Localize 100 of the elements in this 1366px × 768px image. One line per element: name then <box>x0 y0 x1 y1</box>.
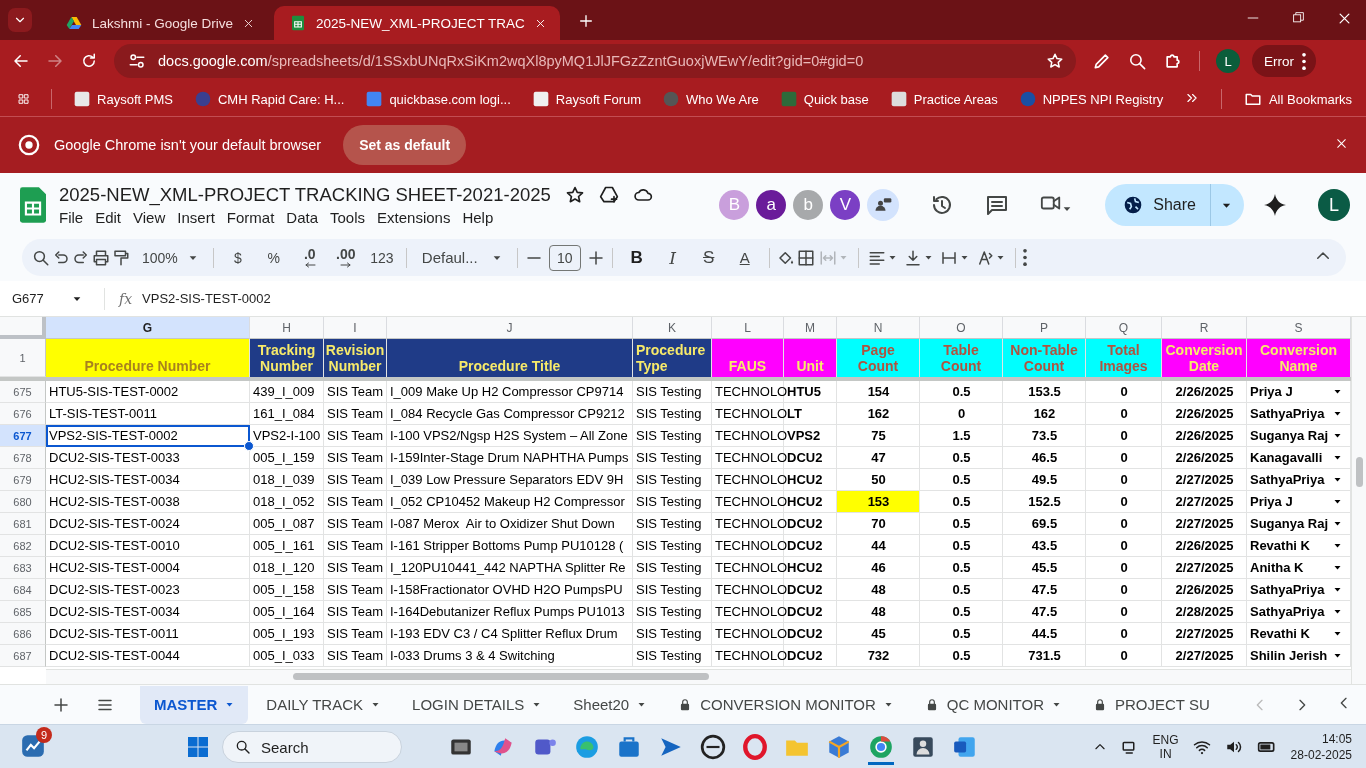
percent-button[interactable]: % <box>256 243 291 272</box>
column-header[interactable]: L <box>712 317 784 339</box>
print-icon[interactable] <box>92 248 110 267</box>
caret-icon[interactable] <box>924 253 934 262</box>
browser-tab[interactable]: Lakshmi - Google Drive <box>50 6 269 40</box>
column-header[interactable]: Q <box>1086 317 1162 339</box>
language-indicator[interactable]: ENG IN <box>1152 733 1179 761</box>
sparkle-icon[interactable] <box>1263 193 1287 217</box>
extensions-icon[interactable] <box>1163 51 1183 71</box>
collaborators-button[interactable] <box>867 189 900 221</box>
close-icon[interactable] <box>243 17 255 29</box>
column-header[interactable]: G <box>46 317 250 339</box>
format-button[interactable]: I <box>655 243 690 272</box>
bookmark-star-icon[interactable] <box>1046 52 1064 70</box>
menu-item[interactable]: View <box>127 209 172 226</box>
caret-icon[interactable] <box>960 253 970 262</box>
sheet-tab[interactable]: CONVERSION MONITOR <box>664 685 907 724</box>
currency-button[interactable]: $ <box>220 243 255 272</box>
decrease-decimal-button[interactable]: .0 <box>292 243 327 272</box>
document-icon[interactable] <box>952 734 978 760</box>
paint-format-icon[interactable] <box>112 248 130 267</box>
column-header[interactable]: O <box>920 317 1003 339</box>
row-number[interactable]: 675 <box>0 381 46 403</box>
menu-item[interactable]: Extensions <box>371 209 457 226</box>
browser-tab[interactable]: 2025-NEW_XML-PROJECT TRAC <box>274 6 560 40</box>
collaborator-avatar[interactable]: a <box>756 190 787 220</box>
search-field[interactable]: Search <box>222 731 402 763</box>
bookmark[interactable]: quickbase.com logi... <box>366 91 511 107</box>
more-formats-button[interactable]: 123 <box>364 243 399 272</box>
bookmark[interactable]: Raysoft PMS <box>74 91 173 107</box>
menu-item[interactable]: Edit <box>89 209 128 226</box>
font-size-field[interactable]: 10 <box>548 244 581 271</box>
widgets-icon[interactable] <box>20 733 46 759</box>
collaborator-avatar[interactable]: V <box>830 190 861 220</box>
caret-icon[interactable] <box>888 253 898 262</box>
vertical-align-icon[interactable] <box>904 248 923 267</box>
row-number[interactable]: 677 <box>0 425 46 447</box>
sheet-tab[interactable]: LOGIN DETAILS <box>398 685 556 724</box>
column-header[interactable]: I <box>324 317 387 339</box>
rotate-icon[interactable] <box>976 248 995 267</box>
menu-item[interactable]: Tools <box>324 209 372 226</box>
wifi-icon[interactable] <box>1192 738 1211 756</box>
row-number[interactable]: 686 <box>0 623 46 645</box>
format-button[interactable]: A <box>727 243 762 272</box>
add-sheet-icon[interactable] <box>52 695 70 714</box>
bookmark[interactable]: Quick base <box>780 91 869 107</box>
reload-icon[interactable] <box>80 52 98 70</box>
menu-item[interactable]: Help <box>456 209 500 226</box>
spreadsheet-logo-icon[interactable] <box>20 187 46 223</box>
row-number[interactable]: 681 <box>0 513 46 535</box>
row-number[interactable]: 680 <box>0 491 46 513</box>
document-title[interactable]: 2025-NEW_XML-PROJECT TRACKING SHEET-2021-2025 <box>59 184 551 206</box>
column-header[interactable]: P <box>1003 317 1086 339</box>
vertical-scrollbar[interactable] <box>1351 317 1366 684</box>
new-tab-icon[interactable] <box>577 13 594 29</box>
formula-value[interactable]: VPS2-SIS-TEST-0002 <box>142 291 271 306</box>
search-icon[interactable] <box>32 248 50 267</box>
row-number[interactable]: 679 <box>0 469 46 491</box>
increase-decimal-button[interactable]: .00 <box>328 243 363 272</box>
menu-item[interactable]: Data <box>280 209 324 226</box>
column-header[interactable]: H <box>250 317 324 339</box>
row-number[interactable]: 1 <box>0 339 46 377</box>
column-header[interactable]: J <box>387 317 633 339</box>
menu-item[interactable]: Insert <box>171 209 221 226</box>
fill-handle[interactable] <box>244 441 254 451</box>
cube-icon[interactable] <box>826 734 852 760</box>
column-header[interactable]: S <box>1247 317 1351 339</box>
figure-icon[interactable] <box>910 734 936 760</box>
row-number[interactable]: 685 <box>0 601 46 623</box>
column-header[interactable]: K <box>633 317 712 339</box>
row-number[interactable]: 683 <box>0 557 46 579</box>
name-box[interactable]: G677 <box>12 287 105 310</box>
column-header[interactable]: M <box>784 317 837 339</box>
font-select[interactable]: Defaul... <box>413 243 510 272</box>
borders-icon[interactable] <box>796 248 815 267</box>
sheet-tab[interactable]: QC MONITOR <box>910 685 1075 724</box>
bookmark[interactable]: Practice Areas <box>890 91 998 107</box>
row-number[interactable]: 682 <box>0 535 46 557</box>
caret-icon[interactable] <box>1062 204 1073 214</box>
url-text[interactable]: docs.google.com/spreadsheets/d/1SSxbUNqRxSiKm2wqXl8pyMQ1JlJFGzZzntGuoxjWEwY/edit?gid=0#gid=0 <box>158 53 1034 69</box>
column-header[interactable]: N <box>837 317 920 339</box>
row-number[interactable]: 676 <box>0 403 46 425</box>
star-icon[interactable] <box>564 185 585 205</box>
drive-add-icon[interactable] <box>598 185 619 205</box>
site-info-icon[interactable] <box>128 52 146 70</box>
column-header[interactable]: R <box>1162 317 1247 339</box>
dial-icon[interactable] <box>700 734 726 760</box>
menu-item[interactable]: Format <box>220 209 281 226</box>
sheet-tab[interactable]: DAILY TRACK <box>252 685 395 724</box>
close-icon[interactable] <box>534 17 546 29</box>
bookmark-folder[interactable]: All Bookmarks <box>1243 90 1352 108</box>
menu-item[interactable]: File <box>53 209 90 226</box>
row-number[interactable]: 687 <box>0 645 46 667</box>
ring-icon[interactable] <box>742 734 768 760</box>
address-bar[interactable]: docs.google.com/spreadsheets/d/1SSxbUNqRxSiKm2wqXl8pyMQ1JlJFGzZzntGuoxjWEwY/edit?gid=0#gid=0 <box>114 44 1076 78</box>
profile-avatar[interactable]: L <box>1216 49 1240 73</box>
sheet-tab[interactable]: MASTER <box>140 685 249 724</box>
share-button[interactable]: Share <box>1105 184 1211 226</box>
bag-icon[interactable] <box>616 734 642 760</box>
pen-icon[interactable] <box>1092 51 1112 71</box>
